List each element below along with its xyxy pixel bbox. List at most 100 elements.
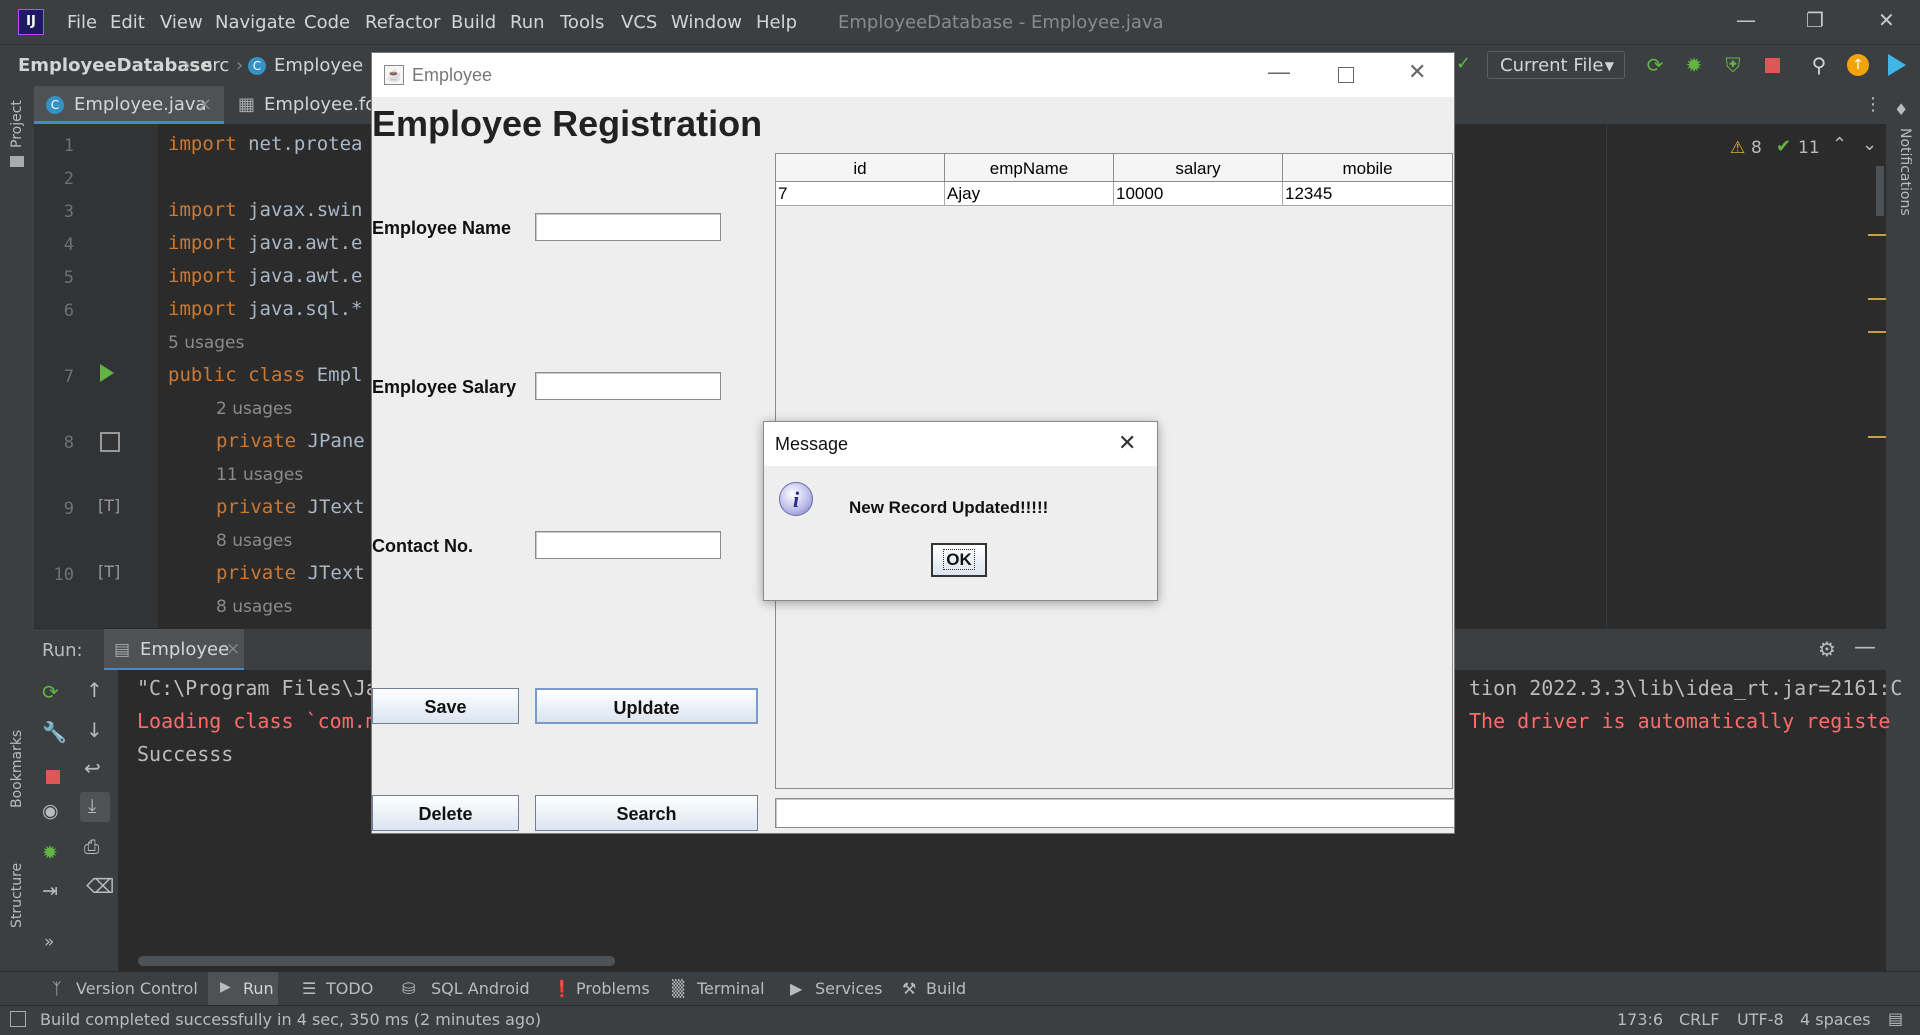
trash-icon[interactable]: ⌫ — [86, 874, 114, 898]
update-button[interactable]: Upldate — [535, 688, 758, 724]
camera-icon[interactable]: ◉ — [42, 800, 59, 822]
lock-icon[interactable]: ▤ — [1888, 1009, 1903, 1028]
print-icon[interactable]: ⎙ — [84, 836, 99, 858]
more-options-icon[interactable]: ⋮ — [1864, 94, 1882, 115]
notifications-tool-label[interactable]: Notifications — [1897, 128, 1913, 216]
error-stripe-mark[interactable] — [1868, 234, 1886, 236]
tab-employee-java[interactable]: C Employee.java × — [34, 86, 224, 124]
tab-sql-android[interactable]: SQL Android — [431, 979, 530, 998]
check-count[interactable]: 11 — [1798, 138, 1820, 158]
folder-icon[interactable] — [10, 156, 24, 167]
breadcrumb-folder[interactable]: src — [203, 55, 229, 76]
tab-version-control[interactable]: Version Control — [76, 979, 198, 998]
menu-tools[interactable]: Tools — [560, 12, 604, 33]
menu-view[interactable]: View — [160, 12, 203, 33]
expand-icon[interactable]: » — [44, 932, 54, 952]
warning-count[interactable]: 8 — [1751, 138, 1762, 158]
tab-build[interactable]: Build — [926, 979, 966, 998]
breadcrumb-file[interactable]: Employee — [274, 55, 363, 76]
wrench-icon[interactable]: 🔧 — [42, 720, 67, 744]
message-dialog-titlebar[interactable]: Message ✕ — [764, 422, 1157, 466]
menu-navigate[interactable]: Navigate — [215, 12, 296, 33]
panel-gutter-icon[interactable] — [100, 432, 120, 452]
update-icon[interactable]: ↑ — [1847, 54, 1869, 76]
close-icon[interactable]: ✕ — [1878, 8, 1895, 32]
next-highlight-icon[interactable]: ⌄ — [1862, 134, 1877, 155]
maximize-icon[interactable] — [1338, 67, 1354, 83]
status-message[interactable]: Build completed successfully in 4 sec, 3… — [40, 1010, 541, 1029]
structure-tool-label[interactable]: Structure — [9, 863, 25, 928]
close-tab-icon[interactable]: × — [197, 86, 212, 124]
table-header-empname[interactable]: empName — [945, 154, 1114, 182]
tab-run-active[interactable]: ▶ Run — [208, 972, 278, 1006]
hammer-icon[interactable]: ✓ — [1456, 53, 1471, 74]
contact-number-field[interactable] — [535, 531, 721, 559]
table-header-mobile[interactable]: mobile — [1283, 154, 1452, 182]
tab-problems[interactable]: Problems — [576, 979, 650, 998]
employee-name-field[interactable] — [535, 213, 721, 241]
save-button[interactable]: Save — [372, 688, 519, 724]
code-line[interactable]: private JPane — [216, 430, 365, 452]
restore-icon[interactable]: ❐ — [1806, 8, 1824, 32]
minimize-icon[interactable]: — — [1736, 8, 1756, 32]
hide-panel-icon[interactable]: — — [1854, 635, 1876, 660]
code-line[interactable]: import net.protea — [168, 133, 362, 155]
usages-hint[interactable]: 11 usages — [216, 465, 303, 485]
employee-salary-field[interactable] — [535, 372, 721, 400]
code-line[interactable]: import java.awt.e — [168, 232, 362, 254]
warning-icon[interactable]: ⚠ — [1730, 138, 1745, 158]
usages-hint[interactable]: 2 usages — [216, 399, 292, 419]
table-cell-id[interactable]: 7 — [776, 182, 945, 206]
menu-build[interactable]: Build — [451, 12, 496, 33]
exit-icon[interactable]: ⇥ — [42, 880, 58, 902]
table-header-id[interactable]: id — [776, 154, 945, 182]
menu-run[interactable]: Run — [510, 12, 545, 33]
editor-scrollbar[interactable] — [1876, 166, 1884, 216]
ok-button[interactable]: OK — [931, 543, 987, 577]
menu-code[interactable]: Code — [304, 12, 350, 33]
project-tool-label[interactable]: Project — [9, 100, 25, 148]
code-line[interactable]: import java.awt.e — [168, 265, 362, 287]
search-id-field[interactable] — [775, 798, 1455, 828]
tab-todo[interactable]: TODO — [326, 979, 373, 998]
table-header-salary[interactable]: salary — [1114, 154, 1283, 182]
tab-services[interactable]: Services — [815, 979, 882, 998]
menu-help[interactable]: Help — [756, 12, 797, 33]
table-cell-mobile[interactable]: 12345 — [1283, 182, 1452, 206]
tab-terminal[interactable]: Terminal — [697, 979, 765, 998]
indent-setting[interactable]: 4 spaces — [1800, 1010, 1871, 1029]
scroll-to-end-button[interactable]: ⤓ — [80, 792, 110, 822]
menu-window[interactable]: Window — [671, 12, 742, 33]
textfield-gutter-icon[interactable]: [T] — [98, 496, 120, 515]
code-line[interactable]: private JText — [216, 562, 365, 584]
bell-icon[interactable]: ♦ — [1894, 100, 1908, 119]
error-stripe-mark[interactable] — [1868, 298, 1886, 300]
console-h-scrollbar[interactable] — [138, 956, 615, 966]
menu-refactor[interactable]: Refactor — [365, 12, 441, 33]
stop-icon[interactable] — [1765, 58, 1780, 73]
debug-icon[interactable]: ✹ — [1683, 54, 1705, 76]
caret-position[interactable]: 173:6 — [1617, 1010, 1663, 1029]
code-line[interactable]: public class Empl — [168, 364, 362, 386]
usages-hint[interactable]: 8 usages — [216, 531, 292, 551]
file-encoding[interactable]: UTF-8 — [1737, 1010, 1784, 1029]
code-line[interactable]: import java.sql.* — [168, 298, 362, 320]
textfield-gutter-icon[interactable]: [T] — [98, 562, 120, 581]
plugin-icon[interactable] — [1888, 54, 1906, 76]
stop-icon[interactable] — [46, 770, 60, 784]
close-icon[interactable]: ✕ — [1118, 430, 1136, 456]
settings-gear-icon[interactable]: ⚙ — [1818, 637, 1836, 661]
line-separator[interactable]: CRLF — [1679, 1010, 1719, 1029]
minimize-icon[interactable]: — — [1268, 59, 1290, 85]
search-button[interactable]: Search — [535, 795, 758, 831]
search-icon[interactable]: ⚲ — [1808, 54, 1830, 76]
previous-highlight-icon[interactable]: ⌃ — [1832, 134, 1847, 155]
debugger-icon[interactable]: ✹ — [42, 842, 58, 864]
code-line[interactable]: import javax.swin — [168, 199, 362, 221]
run-config-select[interactable]: Current File ▼ — [1487, 51, 1625, 79]
error-stripe-mark[interactable] — [1868, 331, 1886, 333]
run-gutter-icon[interactable] — [100, 364, 114, 382]
usages-hint[interactable]: 5 usages — [168, 333, 244, 353]
table-cell-empname[interactable]: Ajay — [945, 182, 1114, 206]
arrow-down-icon[interactable]: ↓ — [86, 718, 103, 742]
